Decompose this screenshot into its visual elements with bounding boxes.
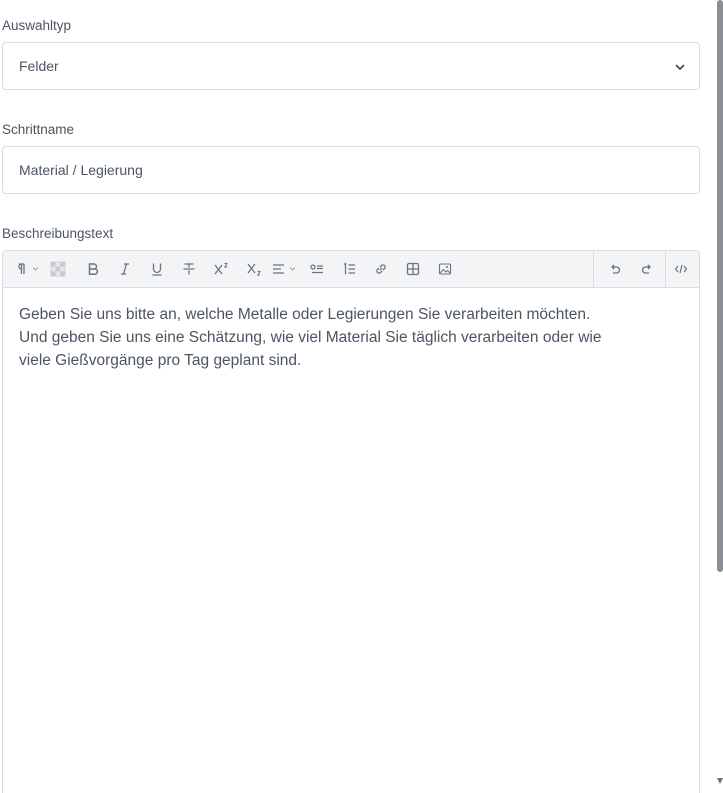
editor-content[interactable]: Geben Sie uns bitte an, welche Metalle o… [19,303,679,372]
toolbar-divider [593,251,594,287]
selection-type-value: Felder [19,58,59,74]
code-view-icon[interactable] [673,260,689,278]
description-label: Beschreibungstext [2,226,114,241]
scrollbar-thumb[interactable] [717,0,723,572]
align-icon[interactable] [271,260,301,278]
page-scrollbar[interactable] [716,0,723,793]
step-name-value: Material / Legierung [19,162,143,178]
editor-toolbar [3,251,699,288]
selection-type-select[interactable]: Felder [2,42,700,90]
step-name-label: Schrittname [2,122,75,137]
content-line: Und geben Sie uns eine Schätzung, wie vi… [19,329,602,346]
italic-icon[interactable] [117,260,133,278]
link-icon[interactable] [373,260,389,278]
content-line: Geben Sie uns bitte an, welche Metalle o… [19,306,591,323]
image-icon[interactable] [437,260,453,278]
selection-type-label: Auswahltyp [2,18,72,33]
chevron-down-icon [675,64,685,70]
superscript-icon[interactable] [212,260,230,278]
text-color-icon[interactable] [49,260,67,278]
form-page: Auswahltyp Felder Schrittname Material /… [0,0,723,793]
strikethrough-icon[interactable] [181,260,197,278]
bullet-list-icon[interactable] [309,260,325,278]
redo-icon[interactable] [639,260,655,278]
toolbar-divider [665,251,666,287]
subscript-icon[interactable] [245,260,263,278]
table-icon[interactable] [405,260,421,278]
scroll-down-icon[interactable] [717,778,723,784]
content-line: viele Gießvorgänge pro Tag geplant sind. [19,352,302,369]
underline-icon[interactable] [149,260,165,278]
description-editor[interactable]: Geben Sie uns bitte an, welche Metalle o… [2,250,700,793]
step-name-input[interactable]: Material / Legierung [2,146,700,194]
undo-icon[interactable] [607,260,623,278]
paragraph-icon[interactable] [13,260,43,278]
bold-icon[interactable] [85,260,101,278]
numbered-list-icon[interactable] [341,260,357,278]
